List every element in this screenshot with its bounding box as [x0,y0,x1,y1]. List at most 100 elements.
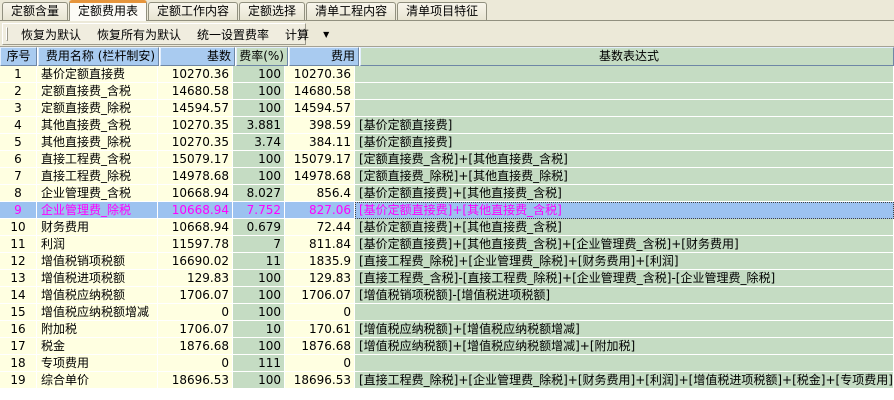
table-row[interactable]: 11利润11597.787811.84[基价定额直接费]+[其他直接费_含税]+… [0,236,894,253]
cell-name[interactable]: 直接工程费_除税 [37,168,158,185]
cell-rate[interactable]: 100 [233,287,285,304]
toolbar-button-2[interactable]: 恢复所有为默认 [90,24,188,45]
cell-base[interactable]: 10270.36 [158,66,233,83]
cell-name[interactable]: 利润 [37,236,158,253]
cell-fee[interactable]: 10270.36 [285,66,355,83]
cell-fee[interactable]: 129.83 [285,270,355,287]
toolbar-overflow-chevron-icon[interactable]: ▼ [319,30,333,39]
table-row[interactable]: 7直接工程费_除税14978.6810014978.68[定额直接费_除税]+[… [0,168,894,185]
cell-fee[interactable]: 1706.07 [285,287,355,304]
cell-expr[interactable]: [基价定额直接费]+[其他直接费_含税] [355,185,894,202]
cell-base[interactable]: 10668.94 [158,185,233,202]
cell-base[interactable]: 1706.07 [158,287,233,304]
cell-expr[interactable] [355,100,894,117]
cell-expr[interactable]: [增值税销项税额]-[增值税进项税额] [355,287,894,304]
cell-no[interactable]: 5 [0,134,37,151]
cell-rate[interactable]: 10 [233,321,285,338]
cell-name[interactable]: 增值税进项税额 [37,270,158,287]
cell-fee[interactable]: 14594.57 [285,100,355,117]
cell-expr[interactable]: [增值税应纳税额]+[增值税应纳税额增减]+[附加税] [355,338,894,355]
cell-base[interactable]: 0 [158,304,233,321]
toolbar-button-1[interactable]: 恢复为默认 [14,24,88,45]
cell-fee[interactable]: 72.44 [285,219,355,236]
cell-fee[interactable]: 1835.9 [285,253,355,270]
cell-no[interactable]: 1 [0,66,37,83]
cell-no[interactable]: 16 [0,321,37,338]
cell-expr[interactable]: [基价定额直接费] [355,134,894,151]
cell-expr[interactable] [355,83,894,100]
cell-base[interactable]: 0 [158,355,233,372]
cell-expr[interactable] [355,66,894,83]
cell-expr[interactable] [355,304,894,321]
cell-no[interactable]: 19 [0,372,37,389]
cell-fee[interactable]: 18696.53 [285,372,355,389]
cell-base[interactable]: 16690.02 [158,253,233,270]
cell-rate[interactable]: 100 [233,338,285,355]
cell-no[interactable]: 6 [0,151,37,168]
column-header-0[interactable]: 序号 [0,47,37,66]
cell-fee[interactable]: 0 [285,355,355,372]
cell-rate[interactable]: 0.679 [233,219,285,236]
cell-no[interactable]: 17 [0,338,37,355]
cell-expr[interactable] [355,355,894,372]
cell-fee[interactable]: 1876.68 [285,338,355,355]
cell-expr[interactable]: [基价定额直接费] [355,117,894,134]
cell-rate[interactable]: 100 [233,168,285,185]
cell-name[interactable]: 直接工程费_含税 [37,151,158,168]
cell-fee[interactable]: 384.11 [285,134,355,151]
cell-rate[interactable]: 11 [233,253,285,270]
tab-4[interactable]: 定额选择 [239,2,305,20]
table-row[interactable]: 19综合单价18696.5310018696.53[直接工程费_除税]+[企业管… [0,372,894,389]
cell-rate[interactable]: 3.74 [233,134,285,151]
cell-rate[interactable]: 100 [233,151,285,168]
cell-name[interactable]: 增值税应纳税额 [37,287,158,304]
tab-1[interactable]: 定额含量 [2,2,68,20]
cell-no[interactable]: 8 [0,185,37,202]
cell-expr[interactable]: [增值税应纳税额]+[增值税应纳税额增减] [355,321,894,338]
cell-rate[interactable]: 3.881 [233,117,285,134]
cell-rate[interactable]: 8.027 [233,185,285,202]
tab-3[interactable]: 定额工作内容 [148,2,238,20]
cell-base[interactable]: 15079.17 [158,151,233,168]
cell-no[interactable]: 4 [0,117,37,134]
tab-5[interactable]: 清单工程内容 [306,2,396,20]
cell-base[interactable]: 1876.68 [158,338,233,355]
cell-name[interactable]: 其他直接费_除税 [37,134,158,151]
cell-expr[interactable]: [直接工程费_含税]-[直接工程费_除税]+[企业管理费_含税]-[企业管理费_… [355,270,894,287]
cell-no[interactable]: 7 [0,168,37,185]
tab-2[interactable]: 定额费用表 [69,0,147,21]
cell-rate[interactable]: 111 [233,355,285,372]
cell-rate[interactable]: 7 [233,236,285,253]
cell-fee[interactable]: 14680.58 [285,83,355,100]
cell-no[interactable]: 2 [0,83,37,100]
cell-name[interactable]: 综合单价 [37,372,158,389]
cell-base[interactable]: 14978.68 [158,168,233,185]
cell-base[interactable]: 1706.07 [158,321,233,338]
toolbar-button-4[interactable]: 计算 [278,24,316,45]
column-header-3[interactable]: 费率(%) [236,47,288,66]
cell-base[interactable]: 10270.35 [158,134,233,151]
table-row[interactable]: 1基价定额直接费10270.3610010270.36 [0,66,894,83]
column-header-2[interactable]: 基数 [160,47,235,66]
cell-name[interactable]: 企业管理费_含税 [37,185,158,202]
cell-rate[interactable]: 100 [233,100,285,117]
cell-expr[interactable]: [定额直接费_含税]+[其他直接费_含税] [355,151,894,168]
cell-rate[interactable]: 100 [233,270,285,287]
cell-name[interactable]: 专项费用 [37,355,158,372]
cell-expr[interactable]: [定额直接费_除税]+[其他直接费_除税] [355,168,894,185]
cell-name[interactable]: 定额直接费_除税 [37,100,158,117]
cell-name[interactable]: 定额直接费_含税 [37,83,158,100]
cell-base[interactable]: 14680.58 [158,83,233,100]
table-row[interactable]: 17税金1876.681001876.68[增值税应纳税额]+[增值税应纳税额增… [0,338,894,355]
cell-expr[interactable]: [基价定额直接费]+[其他直接费_含税]+[企业管理费_含税]+[财务费用] [355,236,894,253]
cell-fee[interactable]: 811.84 [285,236,355,253]
cell-rate[interactable]: 100 [233,372,285,389]
table-row[interactable]: 12增值税销项税额16690.02111835.9[直接工程费_除税]+[企业管… [0,253,894,270]
cell-no[interactable]: 11 [0,236,37,253]
table-row[interactable]: 16附加税1706.0710170.61[增值税应纳税额]+[增值税应纳税额增减… [0,321,894,338]
cell-fee[interactable]: 827.06 [285,202,355,219]
cell-no[interactable]: 10 [0,219,37,236]
cell-fee[interactable]: 14978.68 [285,168,355,185]
cell-no[interactable]: 14 [0,287,37,304]
cell-name[interactable]: 基价定额直接费 [37,66,158,83]
